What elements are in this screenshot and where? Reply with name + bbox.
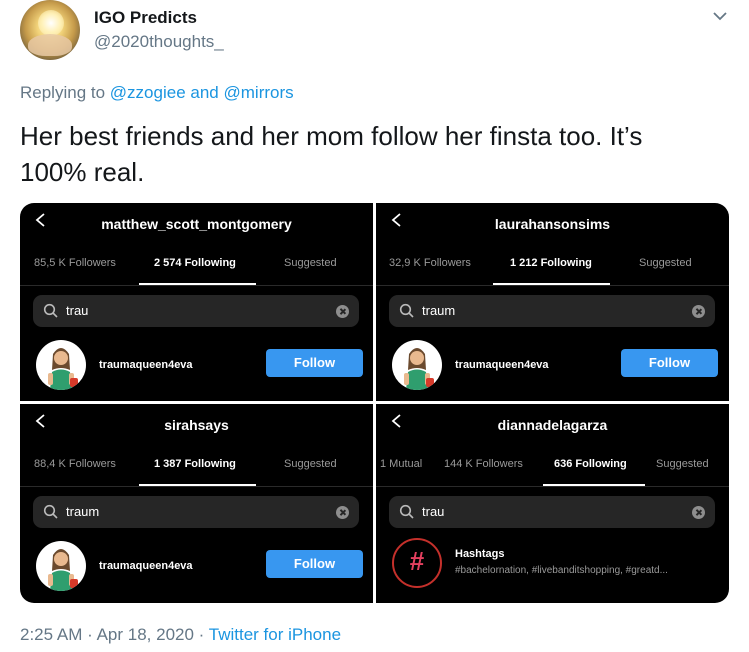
panel-title: diannadelagarza [497, 417, 608, 433]
tab-divider [20, 486, 373, 487]
mention-link-mirrors[interactable]: @mirrors [224, 83, 294, 102]
avatar-hands [28, 34, 72, 56]
chevron-down-icon[interactable] [712, 8, 728, 24]
search-icon [43, 303, 58, 318]
result-username[interactable]: traumaqueen4eva [99, 359, 193, 371]
result-username[interactable]: traumaqueen4eva [455, 359, 549, 371]
result-username[interactable]: traumaqueen4eva [99, 560, 193, 572]
search-input[interactable]: traum [66, 504, 99, 519]
panel-title: sirahsays [164, 417, 229, 433]
reply-and: and [190, 83, 219, 102]
tweet-media-grid[interactable]: matthew_scott_montgomery 85,5 K Follower… [20, 203, 729, 603]
tab-mutual[interactable]: 1 Mutual [380, 458, 422, 470]
tab-following[interactable]: 2 574 Following [154, 257, 236, 269]
tab-suggested[interactable]: Suggested [656, 458, 709, 470]
search-bar[interactable]: trau [33, 295, 359, 327]
separator-dot: · [198, 625, 205, 644]
bitmoji-avatar-icon [48, 549, 78, 591]
media-panel-4[interactable]: diannadelagarza 1 Mutual 144 K Followers… [376, 404, 729, 603]
tab-following[interactable]: 1 212 Following [510, 257, 592, 269]
tab-suggested[interactable]: Suggested [284, 458, 337, 470]
tab-followers[interactable]: 144 K Followers [444, 458, 523, 470]
panel-title: laurahansonsims [494, 216, 611, 232]
search-icon [399, 303, 414, 318]
tweet-text-line-2: 100% real. [20, 157, 145, 187]
result-avatar[interactable] [392, 340, 442, 390]
tweet-source-link[interactable]: Twitter for iPhone [209, 625, 341, 644]
user-handle[interactable]: @2020thoughts_ [94, 32, 224, 52]
hashtag-symbol: # [409, 546, 425, 576]
search-icon [43, 504, 58, 519]
search-bar[interactable]: traum [33, 496, 359, 528]
tweet-time[interactable]: 2:25 AM [20, 625, 82, 644]
tab-followers[interactable]: 88,4 K Followers [34, 458, 116, 470]
reply-prefix: Replying to [20, 83, 106, 102]
clear-search-icon[interactable] [692, 305, 705, 318]
tab-following[interactable]: 1 387 Following [154, 458, 236, 470]
search-bar[interactable]: traum [389, 295, 715, 327]
follow-button[interactable]: Follow [266, 550, 363, 578]
tab-suggested[interactable]: Suggested [284, 257, 337, 269]
search-bar[interactable]: trau [389, 496, 715, 528]
replying-to-line: Replying to @zzogiee and @mirrors [20, 83, 294, 103]
tweet-text-line-1: Her best friends and her mom follow her … [20, 121, 643, 151]
hashtag-icon[interactable]: # [392, 538, 442, 588]
tab-suggested[interactable]: Suggested [639, 257, 692, 269]
media-panel-1[interactable]: matthew_scott_montgomery 85,5 K Follower… [20, 203, 373, 401]
tweet-text: Her best friends and her mom follow her … [20, 118, 732, 190]
tab-followers[interactable]: 85,5 K Followers [34, 257, 116, 269]
hashtag-title[interactable]: Hashtags [455, 548, 505, 560]
avatar-orb [38, 10, 64, 36]
panel-tabs: 88,4 K Followers 1 387 Following Suggest… [20, 458, 373, 478]
tab-followers[interactable]: 32,9 K Followers [389, 257, 471, 269]
display-name[interactable]: IGO Predicts [94, 8, 197, 28]
panel-title: matthew_scott_montgomery [101, 216, 292, 232]
result-avatar[interactable] [36, 541, 86, 591]
tweet-footer: 2:25 AM · Apr 18, 2020 · Twitter for iPh… [20, 625, 341, 645]
search-icon [399, 504, 414, 519]
search-input[interactable]: trau [422, 504, 444, 519]
bitmoji-avatar-icon [48, 348, 78, 390]
clear-search-icon[interactable] [336, 305, 349, 318]
mention-link-zzogiee[interactable]: @zzogiee [110, 83, 186, 102]
search-input[interactable]: trau [66, 303, 88, 318]
media-panel-2[interactable]: laurahansonsims 32,9 K Followers 1 212 F… [376, 203, 729, 401]
hashtag-subtitle: #bachelornation, #livebanditshopping, #g… [455, 565, 668, 576]
result-avatar[interactable] [36, 340, 86, 390]
clear-search-icon[interactable] [692, 506, 705, 519]
panel-tabs: 32,9 K Followers 1 212 Following Suggest… [376, 257, 729, 277]
tab-divider [20, 285, 373, 286]
search-input[interactable]: traum [422, 303, 455, 318]
separator-dot: · [87, 625, 93, 644]
follow-button[interactable]: Follow [621, 349, 718, 377]
clear-search-icon[interactable] [336, 506, 349, 519]
bitmoji-avatar-icon [404, 348, 434, 390]
media-panel-3[interactable]: sirahsays 88,4 K Followers 1 387 Followi… [20, 404, 373, 603]
profile-avatar[interactable] [20, 0, 80, 60]
tweet-date[interactable]: Apr 18, 2020 [97, 625, 194, 644]
panel-tabs: 1 Mutual 144 K Followers 636 Following S… [376, 458, 729, 478]
tab-divider [376, 486, 729, 487]
follow-button[interactable]: Follow [266, 349, 363, 377]
tab-following[interactable]: 636 Following [554, 458, 627, 470]
panel-tabs: 85,5 K Followers 2 574 Following Suggest… [20, 257, 373, 277]
tab-divider [376, 285, 729, 286]
